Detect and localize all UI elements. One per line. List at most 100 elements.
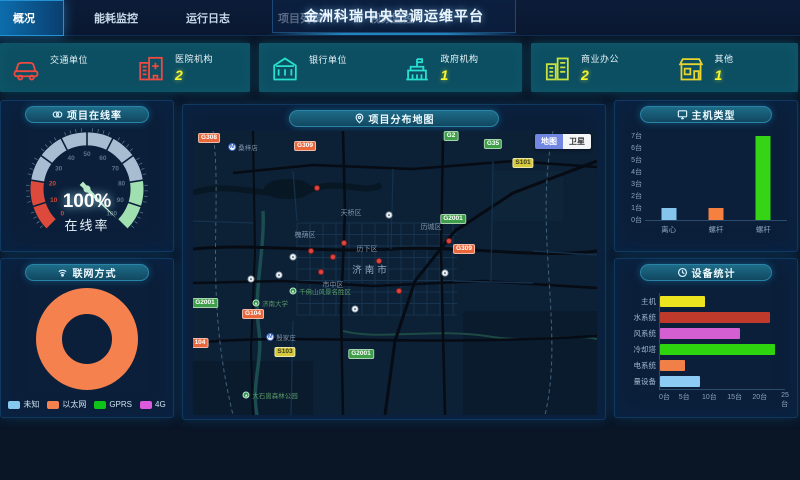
panel-network-mode-header: 联网方式 bbox=[25, 264, 149, 281]
row-label: 水系统 bbox=[622, 312, 656, 323]
car-icon bbox=[12, 54, 40, 82]
nav-tab-1[interactable]: 能耗监控 bbox=[70, 2, 162, 34]
road-badge-G309: G309 bbox=[294, 141, 316, 151]
location-pin-icon bbox=[354, 113, 365, 124]
legend-swatch bbox=[47, 401, 59, 409]
nav-tab-2[interactable]: 运行日志 bbox=[162, 2, 254, 34]
x-tick: 10台 bbox=[702, 392, 717, 402]
device-row-水系统: 水系统 bbox=[660, 309, 785, 325]
map-label-district: 天桥区 bbox=[341, 208, 362, 218]
metro-label: 桑梓店 bbox=[238, 142, 258, 152]
x-category: 螺杆 bbox=[692, 224, 739, 235]
stat-card-1: 银行单位政府机构1 bbox=[259, 43, 522, 92]
y-tick: 1台 bbox=[631, 203, 642, 213]
panel-device-stats-header: 设备统计 bbox=[640, 264, 771, 281]
device-stats-chart: 主机水系统风系统冷却塔电系统量设备 0台5台10台15台20台25台 bbox=[621, 293, 785, 401]
map-label-district: 历下区 bbox=[357, 244, 378, 254]
svg-text:40: 40 bbox=[67, 155, 75, 162]
stat-label: 其他 bbox=[715, 52, 734, 65]
stat-card-2: 商业办公2其他1 bbox=[531, 43, 798, 92]
platform-title-box: 金洲科瑞中央空调运维平台 bbox=[272, 0, 516, 33]
wifi-icon bbox=[57, 267, 68, 278]
panel-online-rate-header: 项目在线率 bbox=[25, 106, 149, 123]
top-header: 概况能耗监控运行日志项目列表视频监控 金洲科瑞中央空调运维平台 bbox=[0, 0, 800, 36]
project-dot-marker[interactable] bbox=[446, 238, 452, 244]
stat-value bbox=[50, 68, 88, 83]
page-title: 金洲科瑞中央空调运维平台 bbox=[304, 6, 484, 26]
panel-project-map-header: 项目分布地图 bbox=[289, 110, 499, 127]
road-badge-G2001: G2001 bbox=[348, 349, 374, 359]
map-roads bbox=[193, 131, 597, 415]
host-y-axis: 0台1台2台3台4台5台6台7台 bbox=[623, 137, 645, 221]
map-label-district: 槐荫区 bbox=[295, 230, 316, 240]
row-label: 风系统 bbox=[622, 328, 656, 339]
map-control-satellite[interactable]: 卫星 bbox=[563, 134, 591, 149]
stat-item-交通单位: 交通单位 bbox=[0, 53, 125, 83]
bar-螺杆 bbox=[709, 208, 724, 220]
y-tick: 4台 bbox=[631, 167, 642, 177]
y-tick: 2台 bbox=[631, 191, 642, 201]
poi-circle-marker: ● bbox=[442, 270, 449, 277]
legend-item-GPRS: GPRS bbox=[94, 399, 132, 410]
road-badge-G309: G309 bbox=[453, 244, 475, 254]
stat-value: 1 bbox=[441, 67, 479, 83]
panel-network-mode: 联网方式 未知以太网 GPRS 4G bbox=[0, 258, 174, 418]
y-tick: 5台 bbox=[631, 155, 642, 165]
panel-device-stats-title: 设备统计 bbox=[692, 265, 736, 280]
map-control-map[interactable]: 地图 bbox=[535, 134, 563, 149]
host-plot-area bbox=[645, 137, 787, 221]
metro-station-marker: M桑梓店 bbox=[228, 142, 258, 152]
row-label: 电系统 bbox=[622, 360, 656, 371]
stats-row: 交通单位医院机构2银行单位政府机构1商业办公2其他1 bbox=[0, 43, 800, 92]
legend-label: 4G bbox=[155, 400, 166, 409]
legend-item-4G: 4G bbox=[140, 399, 166, 410]
svg-text:70: 70 bbox=[112, 165, 120, 172]
road-badge-G35: G35 bbox=[484, 139, 502, 149]
government-icon bbox=[403, 54, 431, 82]
project-dot-marker[interactable] bbox=[308, 248, 314, 254]
panel-online-rate: 项目在线率 0102030405060708090100 100% 在线率 bbox=[0, 100, 174, 252]
device-row-主机: 主机 bbox=[660, 293, 785, 309]
panel-project-map: 项目分布地图 地图卫星 济南市槐荫区天桥区历下区市中区历城区济南大学▲千佛山 bbox=[182, 104, 606, 420]
stat-label: 政府机构 bbox=[441, 52, 479, 65]
road-badge-G2001: G2001 bbox=[440, 214, 466, 224]
stat-item-其他: 其他 1 bbox=[665, 52, 799, 83]
x-tick: 15台 bbox=[727, 392, 742, 402]
map-label-poi: 千佛山风景名胜区 bbox=[299, 286, 351, 296]
device-row-量设备: 量设备 bbox=[660, 373, 785, 389]
legend-swatch bbox=[140, 401, 152, 409]
legend-label: 未知 bbox=[23, 399, 39, 410]
panel-online-rate-title: 项目在线率 bbox=[67, 107, 122, 122]
legend-item-以太网: 以太网 bbox=[47, 399, 86, 410]
map-label-city: 济南市 bbox=[352, 262, 390, 276]
project-dot-marker[interactable] bbox=[376, 258, 382, 264]
y-tick: 7台 bbox=[631, 131, 642, 141]
shop-icon bbox=[677, 54, 705, 82]
device-x-axis: 0台5台10台15台20台25台 bbox=[659, 389, 785, 401]
device-rows: 主机水系统风系统冷却塔电系统量设备 bbox=[659, 293, 785, 389]
y-tick: 6台 bbox=[631, 143, 642, 153]
bar-离心 bbox=[661, 208, 676, 220]
nav-tab-0[interactable]: 概况 bbox=[0, 0, 64, 36]
clock-icon bbox=[677, 267, 688, 278]
svg-text:80: 80 bbox=[118, 181, 126, 188]
legend-label: GPRS bbox=[109, 400, 132, 409]
device-row-冷却塔: 冷却塔 bbox=[660, 341, 785, 357]
y-tick: 3台 bbox=[631, 179, 642, 189]
project-dot-marker[interactable] bbox=[341, 240, 347, 246]
project-dot-marker[interactable] bbox=[314, 185, 320, 191]
project-dot-marker[interactable] bbox=[396, 288, 402, 294]
monitor-icon bbox=[677, 109, 688, 120]
metro-icon: M bbox=[266, 333, 274, 341]
project-dot-marker[interactable] bbox=[330, 254, 336, 260]
project-dot-marker[interactable] bbox=[318, 269, 324, 275]
panel-host-type-title: 主机类型 bbox=[692, 107, 736, 122]
row-label: 冷却塔 bbox=[622, 344, 656, 355]
map-canvas[interactable]: 济南市槐荫区天桥区历下区市中区历城区济南大学▲千佛山风景名胜区▲大石崮森林公园▲… bbox=[193, 131, 597, 415]
road-badge-G104: G104 bbox=[242, 309, 264, 319]
park-marker-icon: ▲ bbox=[243, 392, 250, 399]
poi-circle-marker: ● bbox=[290, 254, 297, 261]
row-label: 主机 bbox=[622, 296, 656, 307]
stat-value: 1 bbox=[715, 67, 734, 83]
x-tick: 0台 bbox=[659, 392, 670, 402]
